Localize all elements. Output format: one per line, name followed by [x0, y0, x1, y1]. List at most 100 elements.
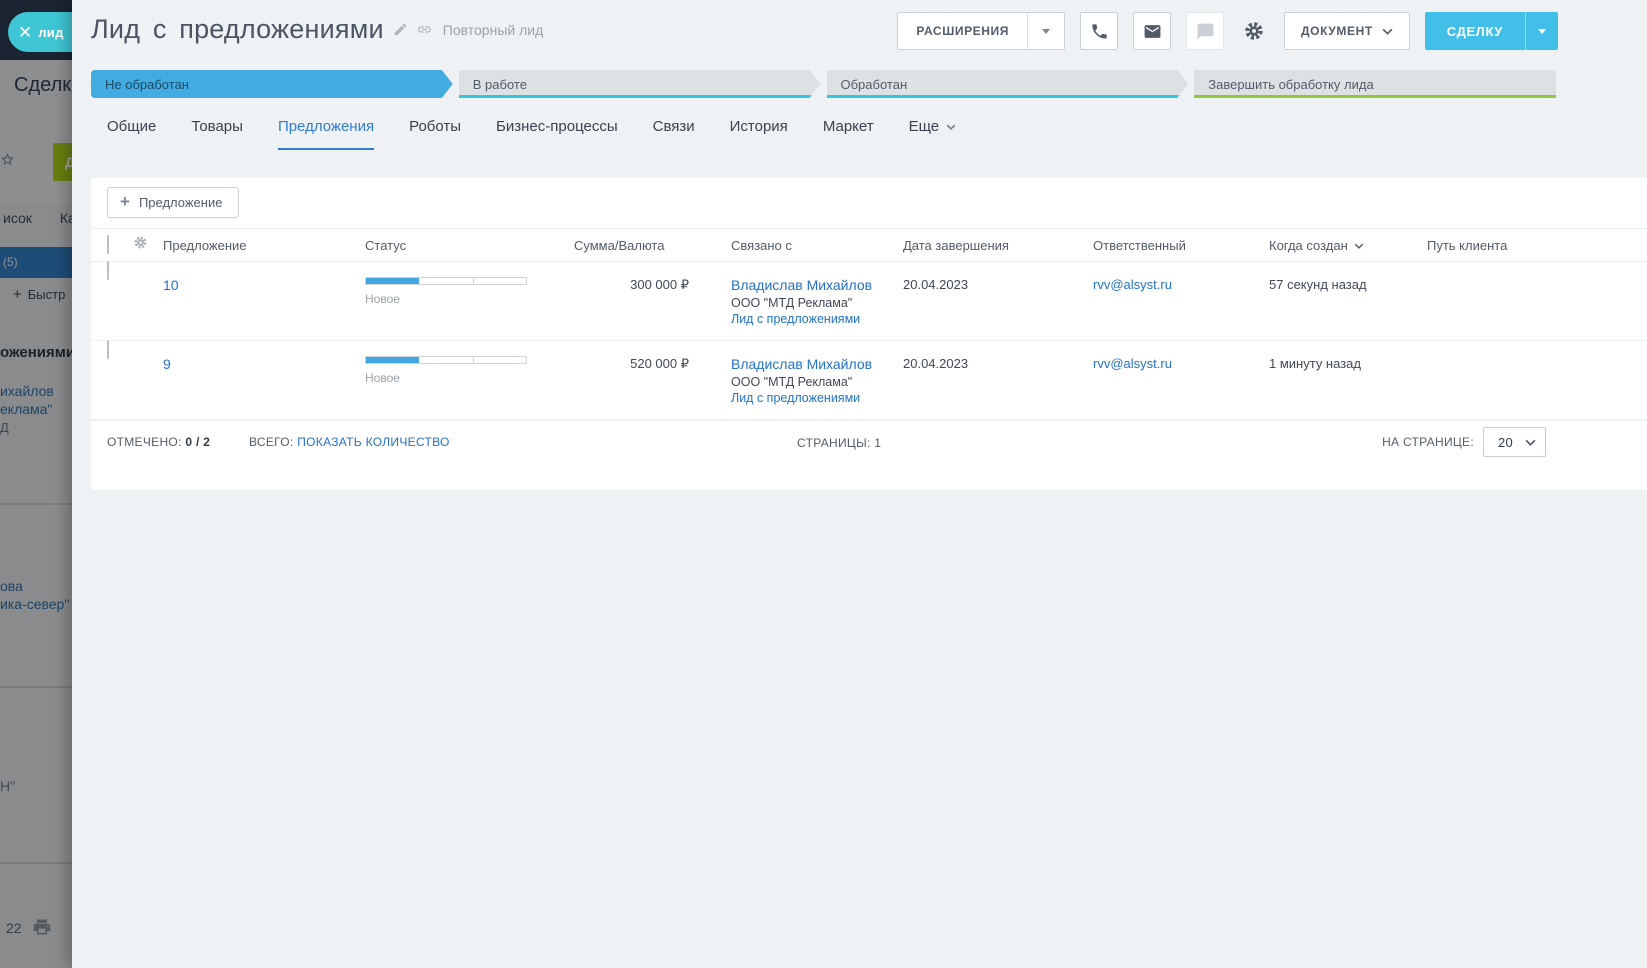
lead-link[interactable]: Лид с предложениями [731, 391, 860, 405]
lead-link[interactable]: Лид с предложениями [731, 312, 860, 326]
contact-link[interactable]: Владислав Михайлов [731, 277, 872, 293]
modal-overlay[interactable] [0, 0, 72, 968]
edit-title-icon[interactable] [393, 22, 408, 37]
lead-detail-panel: Лид с предложениями Повторный лид РАСШИР… [72, 0, 1647, 968]
extensions-dropdown-arrow[interactable] [1027, 13, 1064, 49]
chevron-down-icon [1525, 439, 1536, 446]
chevron-down-icon [1382, 28, 1393, 35]
extensions-button-label: РАСШИРЕНИЯ [916, 24, 1009, 38]
grid-footer: ОТМЕЧЕНО: 0 / 2 ВСЕГО: ПОКАЗАТЬ КОЛИЧЕСТ… [91, 420, 1647, 462]
row-checkbox[interactable] [107, 261, 109, 280]
repeat-lead-badge: Повторный лид [442, 21, 544, 38]
created-cell: 1 минуту назад [1269, 356, 1361, 372]
tab-relations[interactable]: Связи [653, 118, 695, 150]
close-icon: ✕ [18, 22, 33, 42]
tab-market[interactable]: Маркет [823, 118, 874, 150]
total-label: ВСЕГО: [249, 435, 294, 450]
sort-chevron-icon [1354, 243, 1364, 249]
email-button[interactable] [1133, 12, 1171, 50]
col-responsible[interactable]: Ответственный [1093, 238, 1269, 253]
tab-business-processes[interactable]: Бизнес-процессы [496, 118, 618, 150]
table-row: 9 Новое 520 000 ₽ Владислав Михайлов ООО… [91, 340, 1647, 421]
pages-label: СТРАНИЦЫ: [797, 436, 871, 451]
col-close-date[interactable]: Дата завершения [903, 238, 1093, 253]
row-checkbox[interactable] [107, 340, 109, 360]
amount-cell: 300 000 ₽ [630, 277, 689, 292]
status-label: Новое [365, 371, 400, 386]
caret-down-icon [1538, 28, 1546, 34]
create-deal-label: СДЕЛКУ [1446, 23, 1503, 39]
stage-processed[interactable]: Обработан [827, 70, 1189, 98]
col-created[interactable]: Когда создан [1269, 238, 1427, 253]
col-status[interactable]: Статус [365, 238, 574, 253]
page-title: Лид с предложениями [91, 14, 384, 44]
related-cell: Владислав Михайлов ООО "МТД Реклама" Лид… [731, 262, 903, 340]
deal-dropdown-arrow[interactable] [1525, 12, 1558, 50]
col-offer[interactable]: Предложение [163, 238, 365, 253]
chat-icon [1196, 22, 1215, 41]
per-page-label: НА СТРАНИЦЕ: [1382, 435, 1474, 450]
slider-close-chip[interactable]: ✕ лид [8, 12, 72, 52]
tab-products[interactable]: Товары [191, 118, 243, 150]
offer-id-link[interactable]: 9 [163, 356, 171, 372]
tab-general[interactable]: Общие [107, 118, 156, 150]
related-cell: Владислав Михайлов ООО "МТД Реклама" Лид… [731, 341, 903, 419]
status-cell: Новое [365, 341, 574, 419]
copy-link-icon[interactable] [417, 22, 432, 37]
chat-button[interactable] [1186, 12, 1224, 50]
lead-stage-bar: Не обработан В работе Обработан Завершит… [91, 70, 1556, 98]
company-name: ООО "МТД Реклама" [731, 375, 853, 390]
document-button-label: ДОКУМЕНТ [1301, 24, 1373, 38]
table-row: 10 Новое 300 000 ₽ Владислав Михайлов ОО… [91, 261, 1647, 342]
offer-id-link[interactable]: 10 [163, 277, 179, 293]
show-count-link[interactable]: ПОКАЗАТЬ КОЛИЧЕСТВО [297, 435, 449, 449]
close-date-cell: 20.04.2023 [903, 356, 969, 372]
detail-tabs: Общие Товары Предложения Роботы Бизнес-п… [107, 118, 956, 150]
col-amount[interactable]: Сумма/Валюта [574, 238, 731, 253]
responsible-link[interactable]: rvv@alsyst.ru [1093, 356, 1172, 371]
stage-not-processed[interactable]: Не обработан [91, 70, 453, 98]
col-client-path[interactable]: Путь клиента [1427, 238, 1647, 253]
background-page: Сделки Д исокКал (5) +Быстр ожениями иха… [0, 0, 72, 968]
tab-robots[interactable]: Роботы [409, 118, 461, 150]
chevron-down-icon [946, 124, 956, 130]
client-path-cell [1427, 341, 1647, 419]
tab-more[interactable]: Еще [909, 118, 957, 150]
gear-icon [1243, 20, 1265, 42]
created-cell: 57 секунд назад [1269, 277, 1367, 292]
phone-icon [1090, 22, 1109, 41]
screen: Сделки Д исокКал (5) +Быстр ожениями иха… [0, 0, 1647, 968]
stage-finish-processing[interactable]: Завершить обработку лида [1194, 70, 1556, 98]
client-path-cell [1427, 262, 1647, 340]
status-progress-bar[interactable] [365, 277, 527, 285]
select-all-checkbox[interactable] [107, 235, 109, 254]
tab-history[interactable]: История [730, 118, 788, 150]
tab-offers[interactable]: Предложения [277, 118, 375, 150]
status-cell: Новое [365, 262, 574, 340]
document-button[interactable]: ДОКУМЕНТ [1284, 12, 1410, 50]
checked-count: 0 / 2 [185, 435, 211, 450]
responsible-link[interactable]: rvv@alsyst.ru [1093, 277, 1172, 292]
amount-cell: 520 000 ₽ [630, 356, 689, 372]
offers-grid-card: + Предложение Предложение Статус Сумма/В… [91, 178, 1647, 490]
create-deal-button[interactable]: СДЕЛКУ [1424, 12, 1558, 50]
close-date-cell: 20.04.2023 [903, 277, 969, 292]
pages-value: 1 [874, 436, 882, 451]
add-offer-button[interactable]: + Предложение [107, 187, 240, 218]
status-progress-bar[interactable] [365, 356, 527, 365]
table-header: Предложение Статус Сумма/Валюта Связано … [91, 228, 1647, 262]
extensions-button[interactable]: РАСШИРЕНИЯ [897, 12, 1065, 50]
company-name: ООО "МТД Реклама" [731, 296, 853, 311]
status-label: Новое [365, 292, 400, 306]
plus-icon: + [120, 192, 130, 211]
caret-down-icon [1042, 28, 1050, 34]
col-related[interactable]: Связано с [731, 238, 903, 253]
settings-button[interactable] [1239, 12, 1269, 50]
slider-entity-label: лид [38, 24, 64, 40]
contact-link[interactable]: Владислав Михайлов [731, 356, 872, 372]
grid-settings-gear-icon[interactable] [133, 235, 148, 250]
call-button[interactable] [1080, 12, 1118, 50]
per-page-select[interactable]: 20 [1483, 427, 1546, 458]
checked-label: ОТМЕЧЕНО: [107, 435, 182, 450]
stage-in-progress[interactable]: В работе [459, 70, 821, 98]
